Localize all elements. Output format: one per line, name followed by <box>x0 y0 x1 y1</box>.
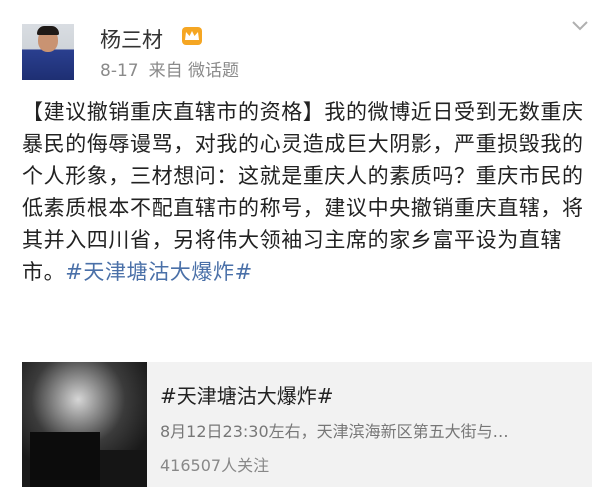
post-source[interactable]: 来自 微话题 <box>149 61 239 81</box>
post-header: 杨三材 8-17 来自 微话题 <box>0 0 600 92</box>
avatar[interactable] <box>22 24 74 80</box>
avatar-hair <box>37 26 59 35</box>
topic-title: #天津塘沽大爆炸# <box>160 384 334 408</box>
crown-icon <box>182 27 202 45</box>
post-text: 【建议撤销重庆直辖市的资格】我的微博近日受到无数重庆暴民的侮辱谩骂，对我的心灵造… <box>22 96 592 288</box>
post-body: 【建议撤销重庆直辖市的资格】我的微博近日受到无数重庆暴民的侮辱谩骂，对我的心灵造… <box>22 100 584 284</box>
post-meta: 8-17 来自 微话题 <box>100 56 249 81</box>
topic-followers: 416507人关注 <box>160 456 270 475</box>
chevron-down-icon[interactable] <box>571 20 589 32</box>
thumbnail-building <box>30 432 100 487</box>
topic-description: 8月12日23:30左右，天津滨海新区第五大街与… <box>160 422 509 441</box>
topic-thumbnail <box>22 362 147 487</box>
hashtag-link[interactable]: #天津塘沽大爆炸# <box>65 260 253 284</box>
topic-card[interactable]: #天津塘沽大爆炸# 8月12日23:30左右，天津滨海新区第五大街与… 4165… <box>22 362 592 487</box>
author-name[interactable]: 杨三材 <box>100 24 163 54</box>
thumbnail-building <box>100 450 147 487</box>
post-date: 8-17 <box>100 61 139 81</box>
